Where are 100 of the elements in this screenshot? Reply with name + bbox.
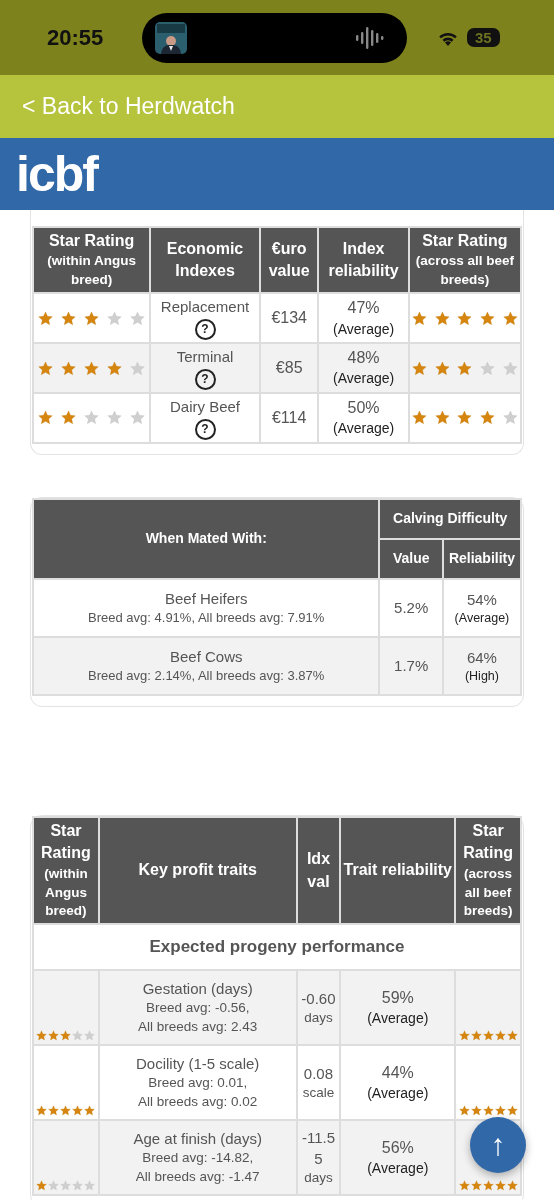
star-icon	[72, 1180, 84, 1192]
star-icon	[411, 360, 427, 376]
star-icon	[480, 310, 496, 326]
all-breeds-average: All breeds avg: -1.47	[134, 1168, 261, 1187]
euro-value: €114	[270, 407, 308, 428]
column-header: Index reliability	[318, 227, 409, 294]
star-icon	[506, 1105, 518, 1117]
help-button[interactable]: ?	[194, 369, 216, 390]
star-icon	[72, 1030, 84, 1042]
unit-label: days	[303, 1169, 334, 1188]
star-icon	[503, 410, 518, 426]
star-icon	[36, 1180, 48, 1192]
star-icon	[60, 1180, 72, 1192]
reliability-label: (Average)	[331, 419, 396, 439]
star-icon	[61, 360, 77, 376]
star-icon	[84, 410, 100, 426]
star-icon	[38, 310, 54, 326]
star-icon	[494, 1180, 506, 1192]
reliability-label: (Average)	[366, 1159, 430, 1179]
star-icon	[482, 1105, 494, 1117]
star-icon	[482, 1030, 494, 1042]
index-name: Terminal	[175, 347, 235, 368]
star-icon	[458, 1030, 470, 1042]
column-header: Reliability	[442, 538, 521, 579]
star-icon	[470, 1030, 482, 1042]
star-icon	[107, 410, 123, 426]
waveform-icon	[355, 25, 385, 50]
star-icon	[60, 1030, 72, 1042]
star-icon	[411, 410, 427, 426]
index-value: 0.08	[302, 1063, 335, 1084]
star-icon	[38, 410, 54, 426]
star-icon	[457, 410, 473, 426]
column-header: Star Rating (within Angus breed)	[33, 816, 99, 925]
star-icon	[494, 1105, 506, 1117]
star-icon	[503, 310, 518, 326]
mating-type: Beef Cows	[168, 647, 244, 668]
star-icon	[48, 1030, 60, 1042]
breed-average: Breed avg: 0.01,	[147, 1074, 249, 1093]
reliability-label: (Average)	[366, 1009, 430, 1029]
index-value: -0.60	[300, 988, 337, 1009]
star-icon	[434, 310, 450, 326]
reliability-label: (High)	[463, 667, 500, 685]
column-header: Calving Difficulty	[379, 498, 521, 539]
star-icon	[457, 360, 473, 376]
column-header: Star Rating (across all beef breeds)	[455, 816, 521, 925]
star-icon	[434, 410, 450, 426]
star-icon	[84, 1105, 96, 1117]
reliability-value: 59%	[380, 987, 415, 1008]
star-icon	[36, 1105, 48, 1117]
star-icon	[48, 1105, 60, 1117]
breed-averages: Breed avg: 2.14%, All breeds avg: 3.87%	[87, 667, 326, 686]
star-icon	[60, 1105, 72, 1117]
breed-average: Breed avg: -0.56,	[144, 999, 251, 1018]
star-icon	[36, 1030, 48, 1042]
star-icon	[84, 1180, 96, 1192]
star-icon	[480, 360, 496, 376]
star-icon	[48, 1180, 60, 1192]
star-icon	[411, 310, 427, 326]
column-header: Star Rating (across all beef breeds)	[408, 227, 521, 294]
reliability-label: (Average)	[331, 319, 396, 339]
star-icon	[470, 1180, 482, 1192]
index-name: Dairy Beef	[169, 397, 241, 417]
trait-name: Docility (1-5 scale)	[135, 1054, 261, 1075]
help-button[interactable]: ?	[194, 418, 216, 440]
section-heading: Expected progeny performance	[148, 936, 406, 959]
reliability-value: 54%	[465, 589, 498, 610]
star-icon	[458, 1180, 470, 1192]
index-value: -11.55	[300, 1128, 336, 1170]
star-icon	[61, 410, 77, 426]
breed-averages: Breed avg: 4.91%, All breeds avg: 7.91%	[87, 609, 326, 628]
star-icon	[130, 410, 146, 426]
star-icon	[84, 310, 100, 326]
star-icon	[434, 360, 450, 376]
star-icon	[38, 360, 54, 376]
reliability-label: (Average)	[366, 1084, 430, 1104]
help-button[interactable]: ?	[194, 319, 216, 341]
star-icon	[457, 310, 473, 326]
star-icon	[107, 360, 123, 376]
reliability-label: (Average)	[331, 369, 396, 389]
star-icon	[130, 360, 146, 376]
reliability-value: 44%	[380, 1062, 415, 1083]
reliability-value: 48%	[346, 348, 381, 369]
star-icon	[506, 1180, 518, 1192]
euro-value: €134	[270, 307, 308, 328]
star-icon	[84, 1030, 96, 1042]
all-breeds-average: All breeds avg: 2.43	[137, 1018, 259, 1037]
trait-name: Gestation (days)	[141, 979, 254, 1000]
star-icon	[494, 1030, 506, 1042]
calving-value: 5.2%	[393, 598, 430, 619]
column-header: When Mated With:	[33, 498, 380, 579]
column-header: Idx val	[296, 816, 341, 925]
calving-value: 1.7%	[393, 656, 430, 677]
index-name: Replacement	[159, 297, 251, 318]
star-icon	[480, 410, 496, 426]
column-header: Star Rating (within Angus breed)	[33, 227, 151, 294]
star-icon	[107, 310, 123, 326]
trait-name: Age at finish (days)	[132, 1129, 263, 1150]
star-icon	[72, 1105, 84, 1117]
all-breeds-average: All breeds avg: 0.02	[137, 1093, 259, 1112]
star-icon	[458, 1105, 470, 1117]
